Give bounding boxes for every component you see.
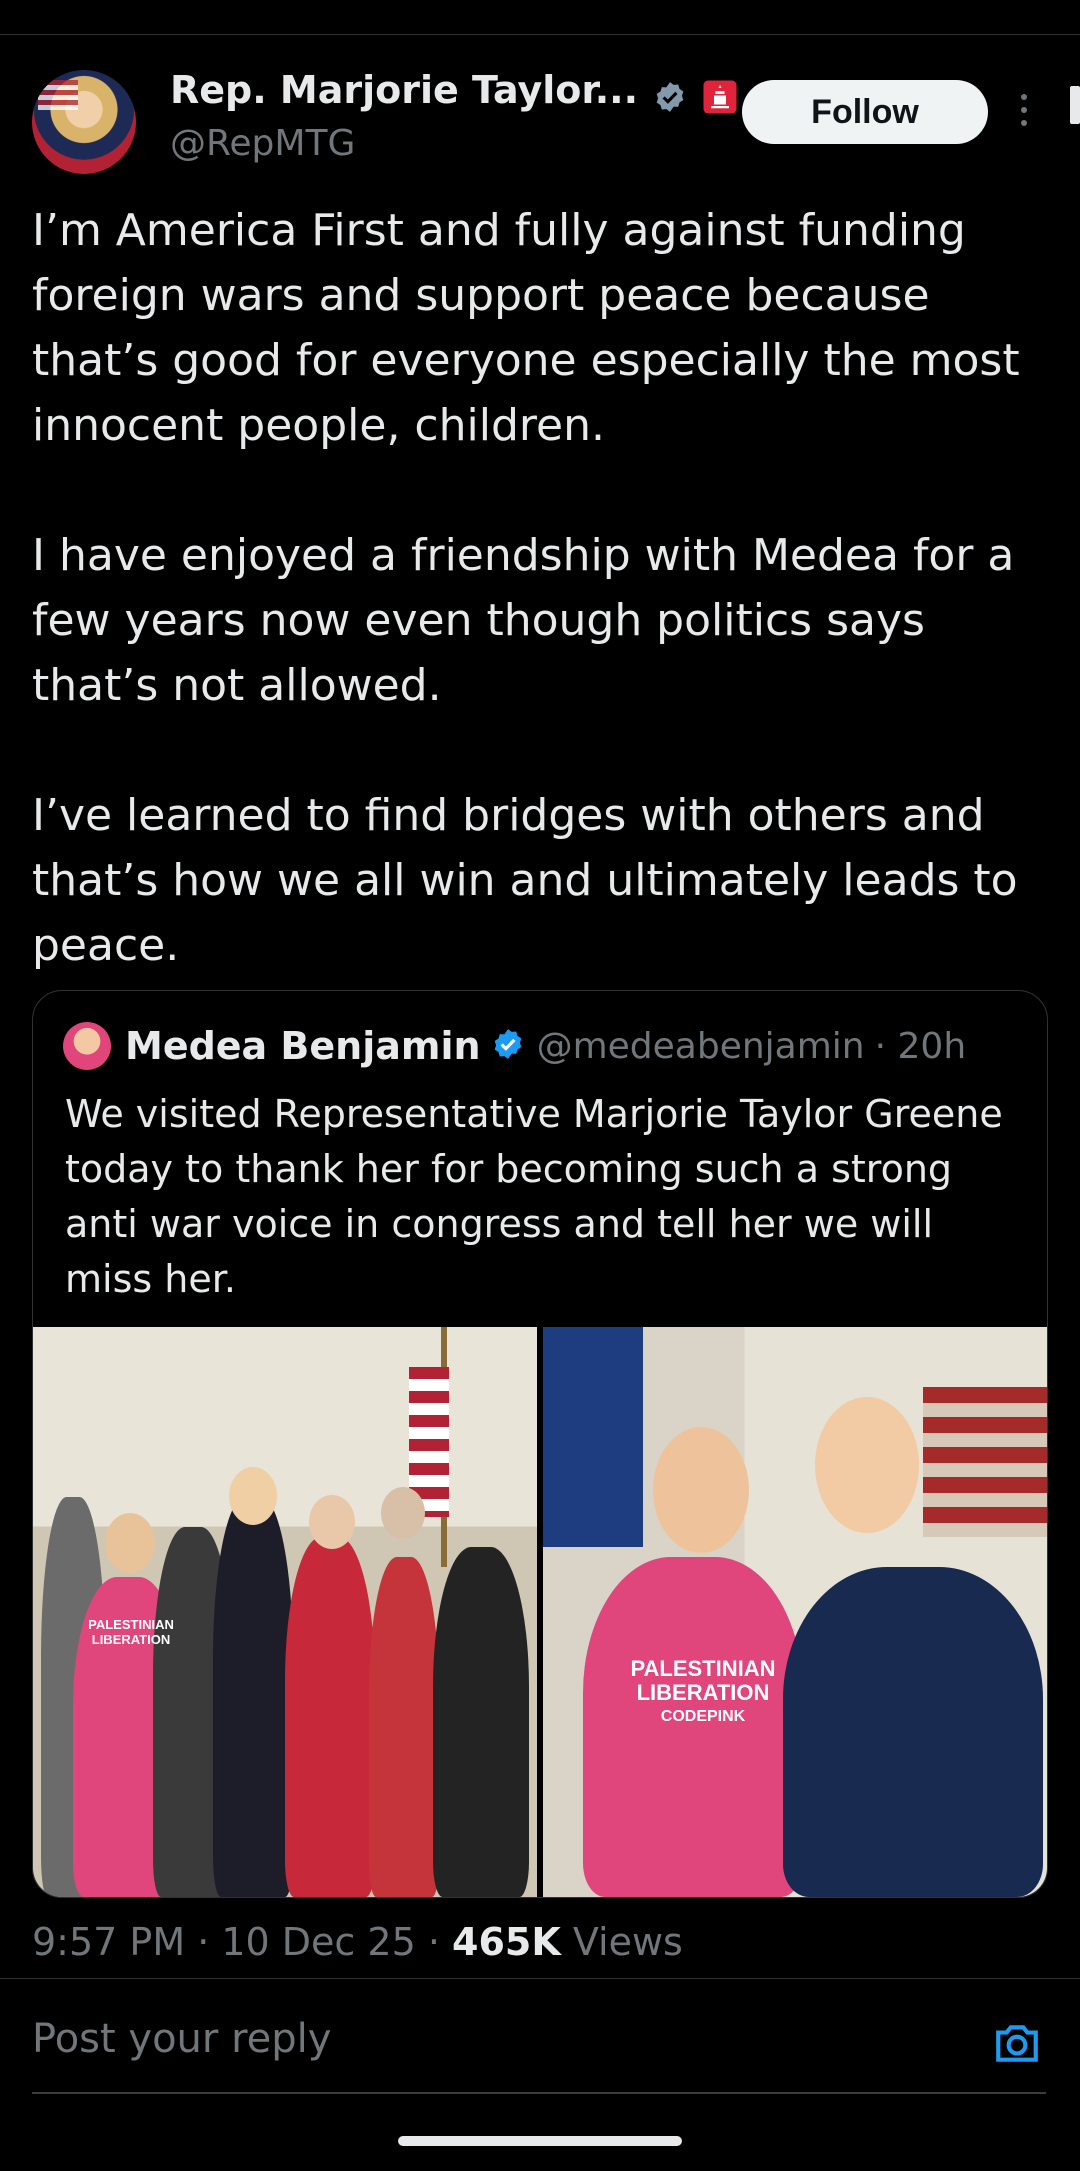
shirt-text-small: PALESTINIAN LIBERATION (81, 1617, 181, 1647)
home-indicator[interactable] (398, 2136, 682, 2146)
quote-text: We visited Representative Marjorie Taylo… (65, 1092, 1003, 1301)
author-avatar[interactable] (32, 70, 136, 174)
author-display-name[interactable]: Rep. Marjorie Taylor... (170, 68, 638, 112)
scrollbar[interactable] (1070, 86, 1080, 124)
top-divider (0, 34, 1080, 35)
more-icon[interactable] (1017, 94, 1031, 134)
verified-badge-icon (653, 80, 687, 118)
shirt-line: CODEPINK (660, 1708, 746, 1725)
verified-badge-icon (491, 1027, 525, 1065)
tweet-paragraph: I’m America First and fully against fund… (32, 205, 1020, 451)
quote-photos: PALESTINIAN LIBERATION PALESTINIAN LIBER… (33, 1327, 1047, 1897)
views-label: Views (560, 1920, 683, 1964)
follow-button[interactable]: Follow (742, 80, 988, 144)
reply-underline (32, 2092, 1046, 2094)
quote-handle[interactable]: @medeabenjamin (537, 1026, 865, 1067)
photo-group[interactable]: PALESTINIAN LIBERATION (33, 1327, 537, 1897)
tweet-paragraph: I have enjoyed a friendship with Medea f… (32, 530, 1015, 711)
tweet-timestamp[interactable]: 9:57 PM · 10 Dec 25 · (32, 1920, 452, 1964)
quote-display-name[interactable]: Medea Benjamin (125, 1024, 481, 1068)
tweet-text: I’m America First and fully against fund… (32, 198, 1052, 1043)
reply-input[interactable]: Post your reply (32, 2016, 331, 2062)
camera-icon[interactable] (992, 2018, 1042, 2068)
author-handle[interactable]: @RepMTG (170, 123, 738, 164)
views-count: 465K (452, 1920, 561, 1964)
tweet-paragraph: I’ve learned to find bridges with others… (32, 790, 1018, 971)
shirt-line: PALESTINIAN (630, 1656, 776, 1681)
photo-portrait[interactable]: PALESTINIAN LIBERATION CODEPINK (543, 1327, 1047, 1897)
tweet-header: Rep. Marjorie Taylor... @RepMTG Follow (32, 66, 1048, 176)
author-names[interactable]: Rep. Marjorie Taylor... @RepMTG (170, 68, 738, 164)
shirt-line: LIBERATION (636, 1680, 770, 1705)
shirt-line: PALESTINIAN (88, 1617, 174, 1632)
quoted-tweet[interactable]: Medea Benjamin @medeabenjamin · 20h We v… (32, 990, 1048, 1898)
tweet-meta: 9:57 PM · 10 Dec 25 · 465K Views (32, 1920, 683, 1964)
quote-header: Medea Benjamin @medeabenjamin · 20h (63, 1021, 966, 1071)
quote-time: · 20h (874, 1025, 967, 1067)
quote-avatar[interactable] (63, 1022, 111, 1070)
congress-badge-icon (702, 79, 738, 119)
meta-divider (0, 1978, 1080, 1979)
shirt-line: LIBERATION (91, 1632, 171, 1647)
shirt-text: PALESTINIAN LIBERATION CODEPINK (603, 1657, 803, 1729)
